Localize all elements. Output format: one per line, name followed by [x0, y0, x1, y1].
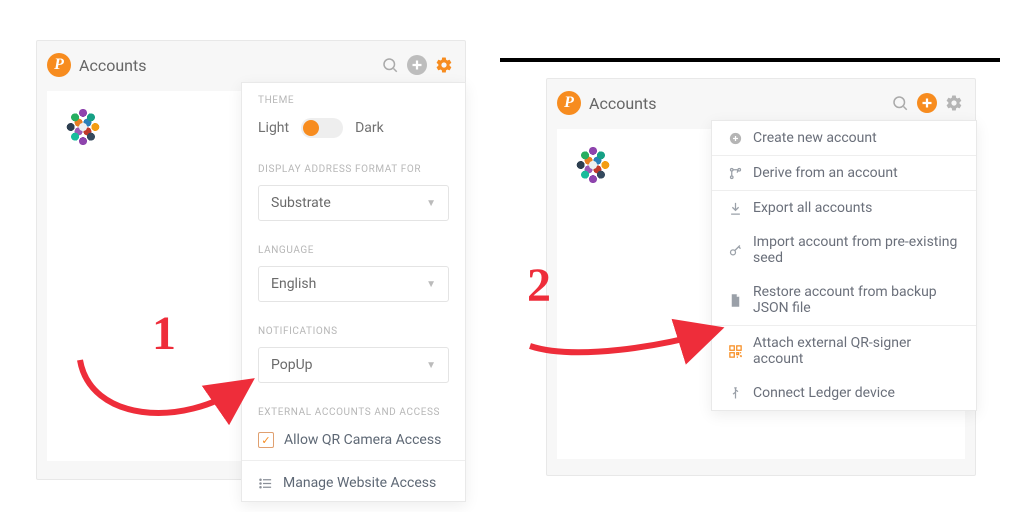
settings-section-external-label: EXTERNAL ACCOUNTS AND ACCESS — [242, 395, 465, 424]
usb-icon — [728, 386, 743, 401]
plus-circle-icon — [728, 131, 743, 146]
chevron-down-icon: ▼ — [426, 279, 436, 290]
allow-qr-camera-row[interactable]: ✓ Allow QR Camera Access — [242, 424, 465, 456]
menu-import-seed[interactable]: Import account from pre-existing seed — [712, 225, 976, 275]
list-icon — [258, 476, 273, 491]
annotation-arrow-1 — [70, 350, 270, 440]
menu-derive-account[interactable]: Derive from an account — [712, 156, 976, 190]
chevron-down-icon: ▼ — [426, 198, 436, 209]
right-panel-header: P Accounts — [557, 87, 965, 119]
header-actions — [379, 54, 455, 76]
settings-section-theme-label: THEME — [242, 83, 465, 112]
key-icon — [728, 243, 743, 258]
address-format-select[interactable]: Substrate ▼ — [258, 185, 449, 221]
theme-toggle-row: Light Dark — [242, 112, 465, 152]
settings-menu: THEME Light Dark DISPLAY ADDRESS FORMAT … — [241, 82, 466, 502]
annotation-arrow-2 — [525, 306, 735, 366]
branch-icon — [728, 166, 743, 181]
menu-create-label: Create new account — [753, 130, 877, 146]
gear-icon[interactable] — [943, 92, 965, 114]
menu-import-label: Import account from pre-existing seed — [753, 234, 960, 266]
add-account-icon[interactable] — [917, 93, 937, 113]
menu-create-account[interactable]: Create new account — [712, 121, 976, 155]
menu-derive-label: Derive from an account — [753, 165, 898, 181]
address-format-value: Substrate — [271, 195, 331, 211]
stage: P Accounts THEME Light D — [0, 0, 1024, 512]
menu-attach-qr-label: Attach external QR-signer account — [753, 335, 960, 367]
manage-website-label: Manage Website Access — [283, 475, 436, 491]
brand: P Accounts — [557, 91, 656, 115]
theme-light-label: Light — [258, 120, 289, 136]
settings-section-address-label: DISPLAY ADDRESS FORMAT FOR — [242, 152, 465, 181]
search-icon[interactable] — [379, 54, 401, 76]
add-account-icon[interactable] — [407, 55, 427, 75]
annotation-number-2: 2 — [527, 258, 551, 313]
gear-icon[interactable] — [433, 54, 455, 76]
polkadot-logo-icon: P — [47, 53, 71, 77]
add-account-menu: Create new account Derive from an accoun… — [711, 120, 977, 411]
annotation-rule — [500, 58, 1000, 62]
menu-export-label: Export all accounts — [753, 200, 872, 216]
settings-section-notifications-label: NOTIFICATIONS — [242, 314, 465, 343]
theme-dark-label: Dark — [355, 120, 384, 136]
notifications-select[interactable]: PopUp ▼ — [258, 347, 449, 383]
export-icon — [728, 201, 743, 216]
notifications-value: PopUp — [271, 357, 313, 373]
menu-restore-label: Restore account from backup JSON file — [753, 284, 960, 316]
menu-ledger-label: Connect Ledger device — [753, 385, 895, 401]
allow-qr-label: Allow QR Camera Access — [284, 432, 441, 448]
language-value: English — [271, 276, 316, 292]
menu-export-all[interactable]: Export all accounts — [712, 191, 976, 225]
left-panel-header: P Accounts — [47, 49, 455, 81]
manage-website-access[interactable]: Manage Website Access — [242, 465, 465, 501]
brand: P Accounts — [47, 53, 146, 77]
language-select[interactable]: English ▼ — [258, 266, 449, 302]
menu-attach-qr[interactable]: Attach external QR-signer account — [712, 326, 976, 376]
settings-section-language-label: LANGUAGE — [242, 233, 465, 262]
theme-toggle[interactable] — [301, 118, 343, 138]
search-icon[interactable] — [889, 92, 911, 114]
separator — [242, 460, 465, 461]
account-identicon[interactable] — [571, 143, 615, 187]
polkadot-logo-icon: P — [557, 91, 581, 115]
page-title: Accounts — [589, 94, 656, 113]
header-actions — [889, 92, 965, 114]
chevron-down-icon: ▼ — [426, 360, 436, 371]
account-identicon[interactable] — [61, 105, 105, 149]
menu-restore-json[interactable]: Restore account from backup JSON file — [712, 275, 976, 325]
menu-connect-ledger[interactable]: Connect Ledger device — [712, 376, 976, 410]
page-title: Accounts — [79, 56, 146, 75]
